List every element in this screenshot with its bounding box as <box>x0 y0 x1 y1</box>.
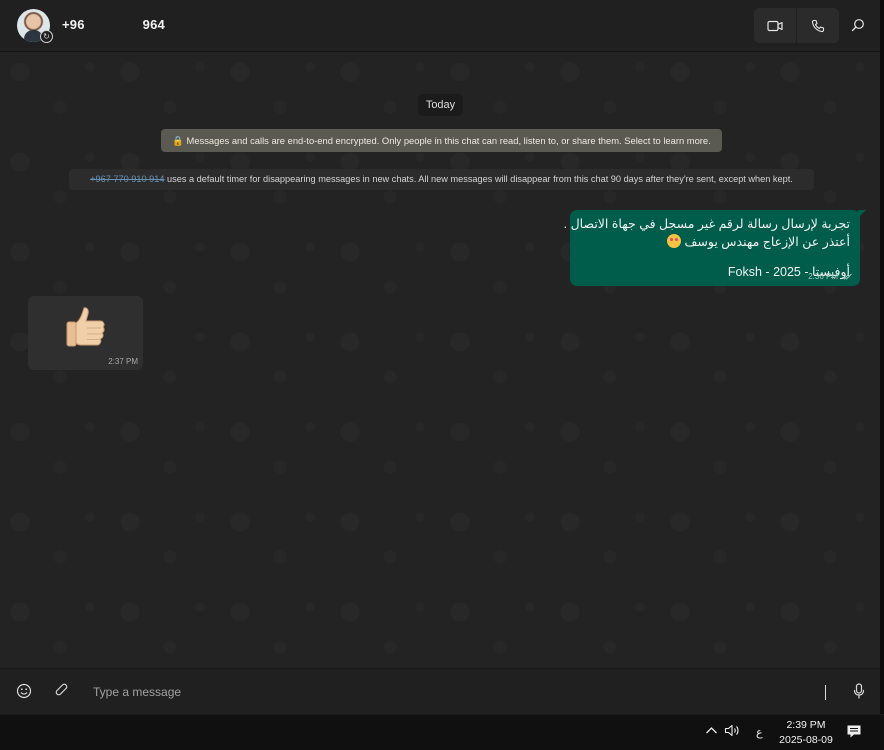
message-time: 2:37 PM <box>108 357 138 366</box>
search-button[interactable] <box>848 15 868 35</box>
voice-call-button[interactable] <box>796 8 838 43</box>
video-call-button[interactable] <box>754 8 796 43</box>
message-time: 2:36 PM <box>808 272 838 281</box>
disappearing-timer-icon: ↻ <box>40 30 53 43</box>
message-composer <box>0 668 880 714</box>
incoming-sticker-message[interactable]: 2:37 PM <box>28 296 143 370</box>
call-button-group <box>754 8 839 43</box>
notification-icon <box>847 725 861 738</box>
message-line-2-text: أعتذر عن الإزعاج مهندس يوسف <box>684 235 850 249</box>
volume-button[interactable] <box>724 724 740 740</box>
tray-overflow-button[interactable] <box>705 725 718 738</box>
emoji-button[interactable] <box>14 681 34 701</box>
search-icon <box>851 19 864 32</box>
date-separator: Today <box>418 94 463 116</box>
speaker-icon <box>724 724 739 737</box>
contact-name-start: +96 <box>62 17 85 32</box>
message-input[interactable] <box>93 683 793 701</box>
smiling-face-with-hearts-emoji-icon <box>666 234 681 248</box>
contact-name-end: 964 <box>142 17 165 32</box>
clock-time: 2:39 PM <box>786 719 826 731</box>
chevron-up-icon <box>706 727 717 734</box>
window-edge <box>880 0 884 714</box>
message-line: تجربة لإرسال رسالة لرقم غير مسجل في جهاة… <box>563 217 850 231</box>
message-list[interactable]: Today 🔒 Messages and calls are end-to-en… <box>0 52 880 668</box>
contact-name-redaction <box>84 19 143 32</box>
outgoing-message[interactable]: تجربة لإرسال رسالة لرقم غير مسجل في جهاة… <box>563 210 866 286</box>
chat-header: ↻ +96 964 <box>0 0 880 52</box>
input-language-indicator[interactable]: ع <box>756 726 763 739</box>
system-clock[interactable]: 2:39 PM 2025-08-09 <box>775 718 837 748</box>
disappearing-messages-notice[interactable]: +967 770 910 914 uses a default timer fo… <box>69 169 814 190</box>
disappearing-contact-number: +967 770 910 914 <box>90 174 165 184</box>
video-camera-icon <box>767 20 783 31</box>
taskbar: ع 2:39 PM 2025-08-09 <box>0 714 884 750</box>
encryption-notice[interactable]: 🔒 Messages and calls are end-to-end encr… <box>161 129 722 152</box>
message-meta: 2:36 PM <box>808 272 853 281</box>
contact-name[interactable]: +96 964 <box>62 17 165 32</box>
double-check-icon <box>842 273 852 280</box>
disappearing-notice-text: uses a default timer for disappearing me… <box>164 174 793 184</box>
phone-icon <box>811 19 824 32</box>
notifications-button[interactable] <box>846 724 862 742</box>
microphone-icon <box>853 683 865 699</box>
thumbs-up-icon <box>64 304 110 350</box>
message-line-2: أعتذر عن الإزعاج مهندس يوسف <box>578 233 850 251</box>
smiley-icon <box>16 683 32 699</box>
paperclip-icon <box>55 683 68 696</box>
attach-button[interactable] <box>52 681 72 701</box>
text-caret <box>825 685 826 700</box>
clock-date: 2025-08-09 <box>779 734 833 746</box>
voice-message-button[interactable] <box>849 681 869 701</box>
